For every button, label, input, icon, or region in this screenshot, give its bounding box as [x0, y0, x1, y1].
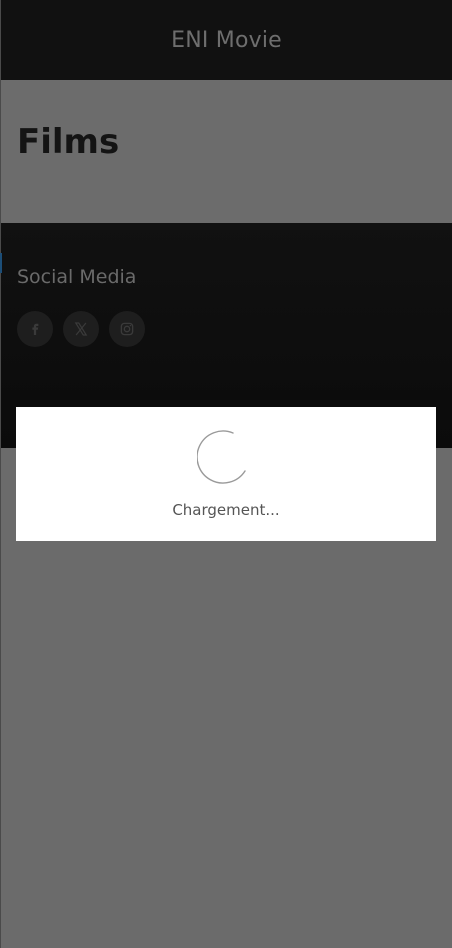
- loading-text: Chargement...: [172, 501, 280, 519]
- focus-edge-marker: [0, 253, 2, 273]
- facebook-link[interactable]: [17, 311, 53, 347]
- top-navbar: ENI Movie: [1, 0, 452, 80]
- social-links: [17, 311, 145, 347]
- page-title: Films: [17, 122, 120, 162]
- loading-dialog: Chargement...: [16, 407, 436, 541]
- social-media-heading: Social Media: [17, 266, 137, 288]
- instagram-link[interactable]: [109, 311, 145, 347]
- brand-title[interactable]: ENI Movie: [171, 28, 282, 53]
- x-icon: [74, 322, 88, 336]
- x-link[interactable]: [63, 311, 99, 347]
- instagram-icon: [120, 322, 134, 336]
- loading-spinner-icon: [197, 430, 246, 484]
- facebook-icon: [32, 323, 39, 335]
- main-content: Films: [1, 80, 452, 223]
